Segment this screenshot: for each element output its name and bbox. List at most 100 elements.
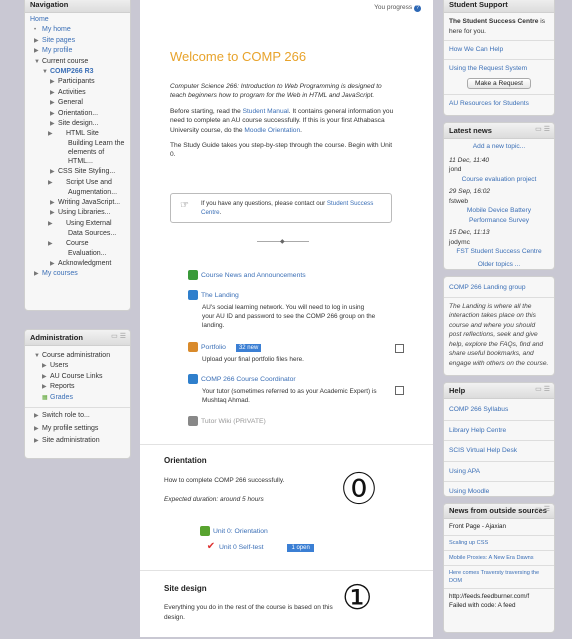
new-items-badge[interactable]: 32 new	[235, 343, 262, 352]
administration-title: Administration ▭ ☰	[25, 330, 130, 346]
unit0-orientation-link[interactable]: Unit 0: Orientation	[200, 526, 268, 536]
admin-bottom-item[interactable]: ▶ Switch role to...	[30, 410, 125, 423]
nav-item[interactable]: ▶ General	[30, 98, 125, 108]
admin-item[interactable]: ▶ AU Course Links	[30, 372, 125, 382]
nav-item[interactable]: ▶ My courses	[30, 269, 125, 279]
student-manual-link[interactable]: Student Manual	[243, 108, 289, 115]
help-block: Help ▭ ☰ COMP 266 Syllabus Library Help Ce…	[443, 382, 555, 497]
expand-toggle-icon[interactable]: ▶	[50, 119, 58, 129]
expand-toggle-icon[interactable]: ▶	[42, 382, 50, 392]
expand-toggle-icon[interactable]: ▶	[50, 208, 58, 218]
help-link[interactable]: SCIS Virtual Help Desk	[449, 446, 549, 456]
feed-item-link[interactable]: Scaling up CSS	[449, 539, 549, 547]
admin-item[interactable]: ▦ Grades	[30, 393, 125, 403]
admin-item[interactable]: ▶ Reports	[30, 382, 125, 392]
nav-home[interactable]: Home	[30, 15, 125, 25]
expand-toggle-icon[interactable]: ▶	[42, 361, 50, 371]
activity-link[interactable]: Tutor Wiki (PRIVATE)	[188, 416, 418, 426]
how-we-can-help-link[interactable]: How We Can Help	[449, 45, 549, 55]
activity-link[interactable]: COMP 266 Course Coordinator	[188, 374, 418, 384]
grades-icon[interactable]: ▦	[42, 393, 50, 403]
admin-item[interactable]: ▼ Course administration	[30, 351, 125, 361]
nav-item[interactable]: ▼ Current course	[30, 57, 125, 67]
admin-item[interactable]: ▶ Users	[30, 361, 125, 371]
nav-item[interactable]: ▶ Site pages	[30, 36, 125, 46]
support-intro: The Student Success Centre is here for y…	[449, 18, 545, 35]
news-date: 15 Dec, 11:13	[449, 229, 490, 236]
feed-item-link[interactable]: Here comes Traversty traversing the DOM	[449, 569, 549, 585]
expand-toggle-icon[interactable]: ▶	[50, 77, 58, 87]
activity-link[interactable]: Course News and Announcements	[188, 270, 418, 280]
feed-item-link[interactable]: Mobile Proxies: A New Era Dawns	[449, 554, 549, 562]
block-controls-icon[interactable]: ▭ ☰	[535, 125, 550, 133]
expand-toggle-icon[interactable]: ▶	[48, 130, 66, 139]
admin-bottom-label: Switch role to...	[42, 412, 90, 420]
completion-checkbox[interactable]	[395, 386, 404, 395]
expand-toggle-icon[interactable]: ▶	[48, 240, 66, 249]
nav-item-label: Course Evaluation...	[66, 239, 107, 257]
nav-item[interactable]: ▶ HTML Site Building Learn the elements o…	[30, 129, 125, 166]
expand-toggle-icon[interactable]: ▶	[50, 109, 58, 119]
block-controls-icon[interactable]: ▭ ☰	[535, 506, 550, 514]
help-link[interactable]: COMP 266 Syllabus	[449, 405, 549, 415]
nav-item[interactable]: ▶ Orientation...	[30, 109, 125, 119]
add-topic-link[interactable]: Add a new topic...	[449, 142, 549, 152]
admin-item-label: Users	[50, 362, 69, 370]
nav-item[interactable]: ▶ My profile	[30, 46, 125, 56]
news-topic-link[interactable]: FST Student Success Centre	[449, 247, 549, 257]
expand-toggle-icon[interactable]: ▶	[50, 88, 58, 98]
activity-description: Your tutor (sometimes referred to as you…	[202, 388, 377, 404]
expand-toggle-icon[interactable]: ▶	[34, 36, 42, 46]
selftest-badge[interactable]: 1 open	[287, 543, 314, 552]
nav-item[interactable]: ▶ Using External Data Sources...	[30, 219, 125, 238]
nav-item[interactable]: ▼ COMP266 R3	[30, 67, 125, 77]
activity-link[interactable]: The Landing	[188, 290, 418, 300]
admin-bottom-item[interactable]: ▶ Site administration	[30, 435, 125, 448]
moodle-orientation-link[interactable]: Moodle Orientation	[244, 127, 300, 134]
expand-toggle-icon[interactable]: ▶	[50, 198, 58, 208]
help-link[interactable]: Library Help Centre	[449, 426, 549, 436]
nav-item[interactable]: ▶ CSS Site Styling...	[30, 167, 125, 177]
request-system-link[interactable]: Using the Request System	[449, 64, 549, 74]
completion-checkbox[interactable]	[395, 344, 404, 353]
nav-item[interactable]: ▶ Activities	[30, 88, 125, 98]
help-icon[interactable]: ?	[414, 5, 421, 12]
expand-toggle-icon[interactable]: ▶	[42, 372, 50, 382]
make-request-button[interactable]: Make a Request	[466, 78, 531, 89]
block-controls-icon[interactable]: ▭ ☰	[111, 332, 126, 340]
info-icon: ☞	[180, 200, 189, 211]
expand-toggle-icon[interactable]: ▶	[34, 46, 42, 56]
expand-toggle-icon[interactable]: ▼	[34, 351, 42, 361]
activity-link[interactable]: Portfolio 32 new	[188, 342, 418, 352]
expand-toggle-icon[interactable]: ▶	[50, 167, 58, 177]
expand-toggle-icon[interactable]: •	[34, 25, 42, 35]
nav-item[interactable]: ▶ Using Libraries...	[30, 208, 125, 218]
help-link[interactable]: Using Moodle	[449, 487, 549, 496]
unit0-selftest-link[interactable]: ✔ Unit 0 Self-test 1 open	[206, 542, 314, 552]
expand-toggle-icon[interactable]: ▶	[50, 98, 58, 108]
block-controls-icon[interactable]: ▭ ☰	[535, 385, 550, 393]
expand-toggle-icon[interactable]: ▶	[34, 411, 42, 423]
expand-toggle-icon[interactable]: ▶	[34, 269, 42, 279]
au-resources-link[interactable]: AU Resources for Students	[449, 99, 549, 109]
expand-toggle-icon[interactable]: ▶	[34, 436, 42, 448]
news-topic-link[interactable]: Course evaluation project	[449, 175, 549, 185]
landing-group-link[interactable]: COMP 266 Landing group	[449, 283, 549, 293]
nav-item[interactable]: ▶ Participants	[30, 77, 125, 87]
expand-toggle-icon[interactable]: ▶	[50, 259, 58, 269]
expand-toggle-icon[interactable]: ▼	[42, 67, 50, 77]
nav-item[interactable]: ▶ Course Evaluation...	[30, 239, 125, 258]
help-link[interactable]: Using APA	[449, 467, 549, 477]
admin-bottom-item[interactable]: ▶ My profile settings	[30, 423, 125, 436]
nav-item[interactable]: ▶ Script Use and Augmentation...	[30, 178, 125, 197]
nav-item[interactable]: ▶ Site design...	[30, 119, 125, 129]
older-topics-link[interactable]: Older topics ...	[449, 260, 549, 270]
expand-toggle-icon[interactable]: ▶	[48, 220, 66, 229]
expand-toggle-icon[interactable]: ▶	[34, 424, 42, 436]
nav-item[interactable]: ▶ Writing JavaScript...	[30, 198, 125, 208]
expand-toggle-icon[interactable]: ▶	[48, 179, 66, 188]
expand-toggle-icon[interactable]: ▼	[34, 57, 42, 67]
nav-item[interactable]: • My home	[30, 25, 125, 35]
news-topic-link[interactable]: Mobile Device Battery Performance Survey	[449, 206, 549, 225]
nav-item[interactable]: ▶ Acknowledgment	[30, 259, 125, 269]
